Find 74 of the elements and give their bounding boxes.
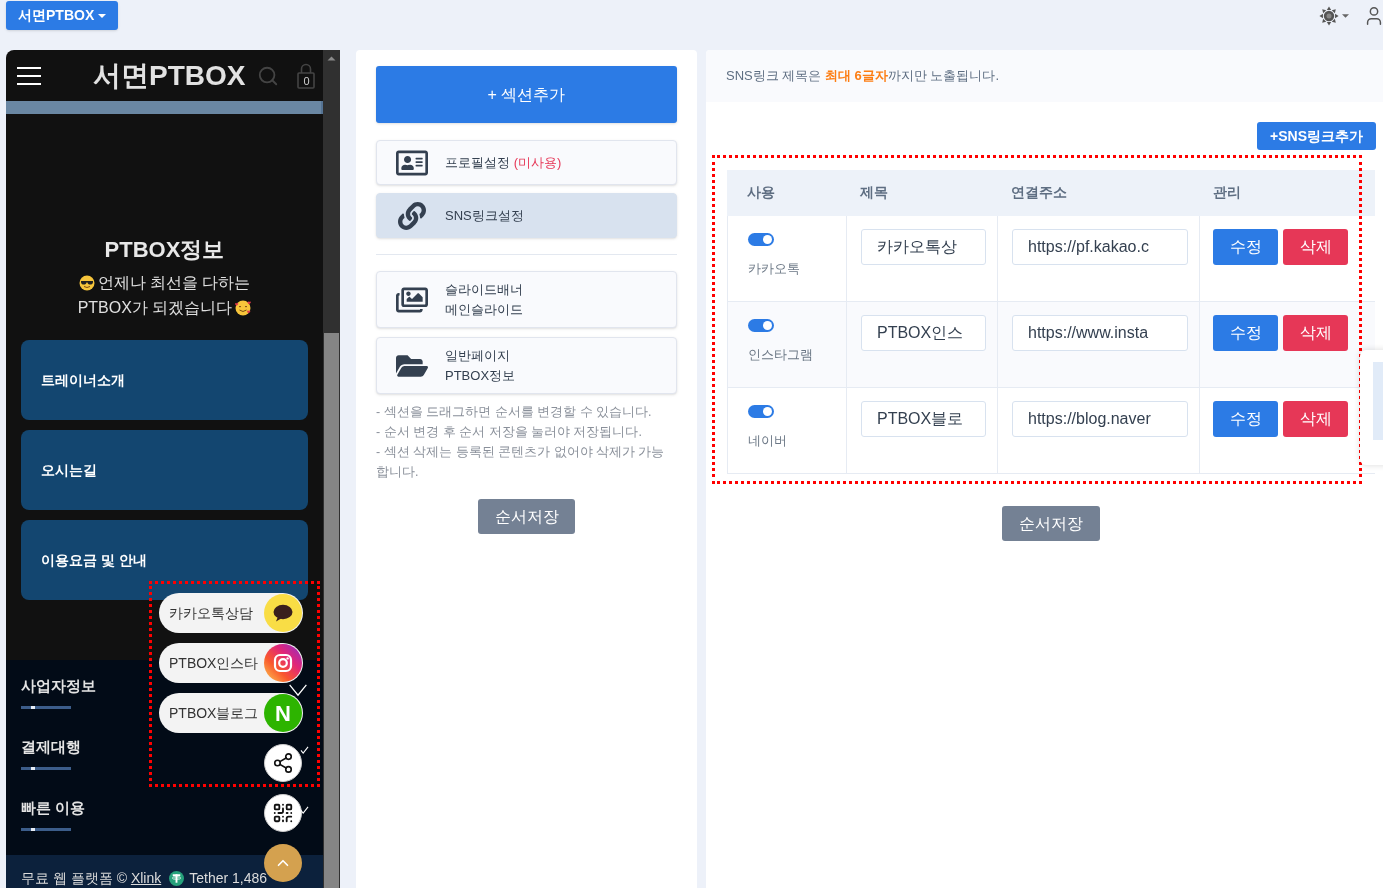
save-order-button[interactable]: 순서저장 bbox=[478, 499, 575, 534]
column-header: 사용 bbox=[747, 183, 775, 202]
menu-card[interactable]: 이용요금 및 안내 bbox=[21, 520, 308, 600]
column-header: 연결주소 bbox=[1011, 183, 1067, 202]
share-icon bbox=[272, 752, 294, 774]
footer-section-title[interactable]: 결제대행 bbox=[21, 737, 81, 757]
section-item[interactable]: 슬라이드배너 메인슬라이드 bbox=[376, 271, 677, 328]
help-text: - 순서 변경 후 순서 저장을 눌러야 저장됩니다. bbox=[376, 424, 643, 441]
menu-card[interactable]: 트레이너소개 bbox=[21, 340, 308, 420]
notice-text: SNS링크 제목은 최대 6글자까지만 노출됩니다. bbox=[726, 67, 1000, 86]
link-icon bbox=[398, 201, 426, 230]
url-input[interactable]: https://blog.naver bbox=[1012, 401, 1188, 437]
smiling-face-icon bbox=[235, 299, 252, 316]
save-order-button[interactable]: 순서저장 bbox=[1002, 506, 1100, 541]
section-item[interactable]: 일반페이지 PTBOX정보 bbox=[376, 337, 677, 394]
site-dropdown-button[interactable]: 서면PTBOX bbox=[6, 1, 119, 30]
chat-bubble-icon bbox=[264, 594, 302, 632]
help-text: - 섹션을 드래그하면 순서를 변경할 수 있습니다. bbox=[376, 404, 653, 421]
section-item[interactable]: SNS링크설정 bbox=[376, 193, 677, 238]
scrollbar[interactable] bbox=[323, 50, 340, 888]
caret-icon bbox=[1342, 14, 1349, 18]
letter-badge: N bbox=[264, 694, 302, 732]
intro-text: 언제나 최선을 다하는 bbox=[97, 273, 251, 293]
link-type-label: 네이버 bbox=[748, 434, 787, 448]
check-icon bbox=[300, 806, 309, 814]
title-input[interactable]: 카카오톡상 bbox=[861, 229, 986, 265]
edit-button[interactable]: 수정 bbox=[1213, 315, 1278, 351]
lock-icon[interactable] bbox=[297, 62, 316, 89]
intro-title: PTBOX정보 bbox=[104, 236, 225, 264]
edit-button[interactable]: 수정 bbox=[1213, 229, 1278, 265]
cart-count: 0 bbox=[302, 74, 311, 87]
link-type-label: 인스타그램 bbox=[748, 348, 813, 362]
url-input[interactable]: https://pf.kakao.c bbox=[1012, 229, 1188, 265]
add-sns-link-button[interactable]: +SNS링크추가 bbox=[1257, 122, 1376, 150]
title-input[interactable]: PTBOX블로 bbox=[861, 401, 986, 437]
sun-icon[interactable] bbox=[1319, 6, 1339, 26]
delete-button[interactable]: 삭제 bbox=[1283, 229, 1348, 265]
help-text: - 섹션 삭제는 등록된 콘텐츠가 없어야 삭제가 가능합니다. bbox=[376, 444, 666, 481]
title-input[interactable]: PTBOX인스 bbox=[861, 315, 986, 351]
menu-card[interactable]: 오시는길 bbox=[21, 430, 308, 510]
coin-icon bbox=[169, 870, 185, 886]
edit-button[interactable]: 수정 bbox=[1213, 401, 1278, 437]
section-item[interactable]: 프로필설정 (미사용) bbox=[376, 140, 677, 185]
underline-bar bbox=[21, 828, 71, 831]
intro-text: PTBOX가 되겠습니다 bbox=[77, 298, 233, 318]
underline-bar bbox=[21, 767, 71, 770]
column-header: 관리 bbox=[1213, 183, 1241, 202]
floating-link-button[interactable]: 카카오톡상담 bbox=[159, 593, 303, 633]
column-header: 제목 bbox=[860, 183, 888, 202]
link-type-label: 카카오톡 bbox=[748, 262, 800, 276]
footer-link[interactable]: Xlink bbox=[130, 870, 162, 886]
underline-bar bbox=[21, 706, 71, 709]
toggle-switch[interactable] bbox=[748, 319, 774, 332]
ticker-text: Tether 1,486 bbox=[189, 869, 268, 887]
sunglasses-face-icon bbox=[78, 274, 95, 291]
toggle-switch[interactable] bbox=[748, 233, 774, 246]
delete-button[interactable]: 삭제 bbox=[1283, 315, 1348, 351]
toggle-switch[interactable] bbox=[748, 405, 774, 418]
qr-code-icon bbox=[272, 802, 294, 824]
caret-icon bbox=[98, 13, 107, 18]
footer-section-title[interactable]: 사업자정보 bbox=[21, 676, 96, 696]
delete-button[interactable]: 삭제 bbox=[1283, 401, 1348, 437]
camera-icon bbox=[264, 644, 302, 682]
site-title: 서면PTBOX bbox=[93, 58, 246, 93]
copyright-text: 무료 웹 플랫폼 © Xlink bbox=[21, 869, 162, 887]
scrollbar-thumb[interactable] bbox=[324, 333, 339, 888]
check-icon bbox=[300, 746, 309, 754]
chevron-down-icon bbox=[288, 684, 308, 697]
add-section-button[interactable]: + 섹션추가 bbox=[376, 66, 677, 123]
footer-section-title[interactable]: 빠른 이용 bbox=[21, 798, 86, 818]
url-input[interactable]: https://www.insta bbox=[1012, 315, 1188, 351]
floating-link-button[interactable]: PTBOX인스타 bbox=[159, 643, 303, 683]
menu-icon[interactable] bbox=[17, 66, 41, 85]
floating-link-button[interactable]: PTBOX블로그 N bbox=[159, 693, 303, 733]
